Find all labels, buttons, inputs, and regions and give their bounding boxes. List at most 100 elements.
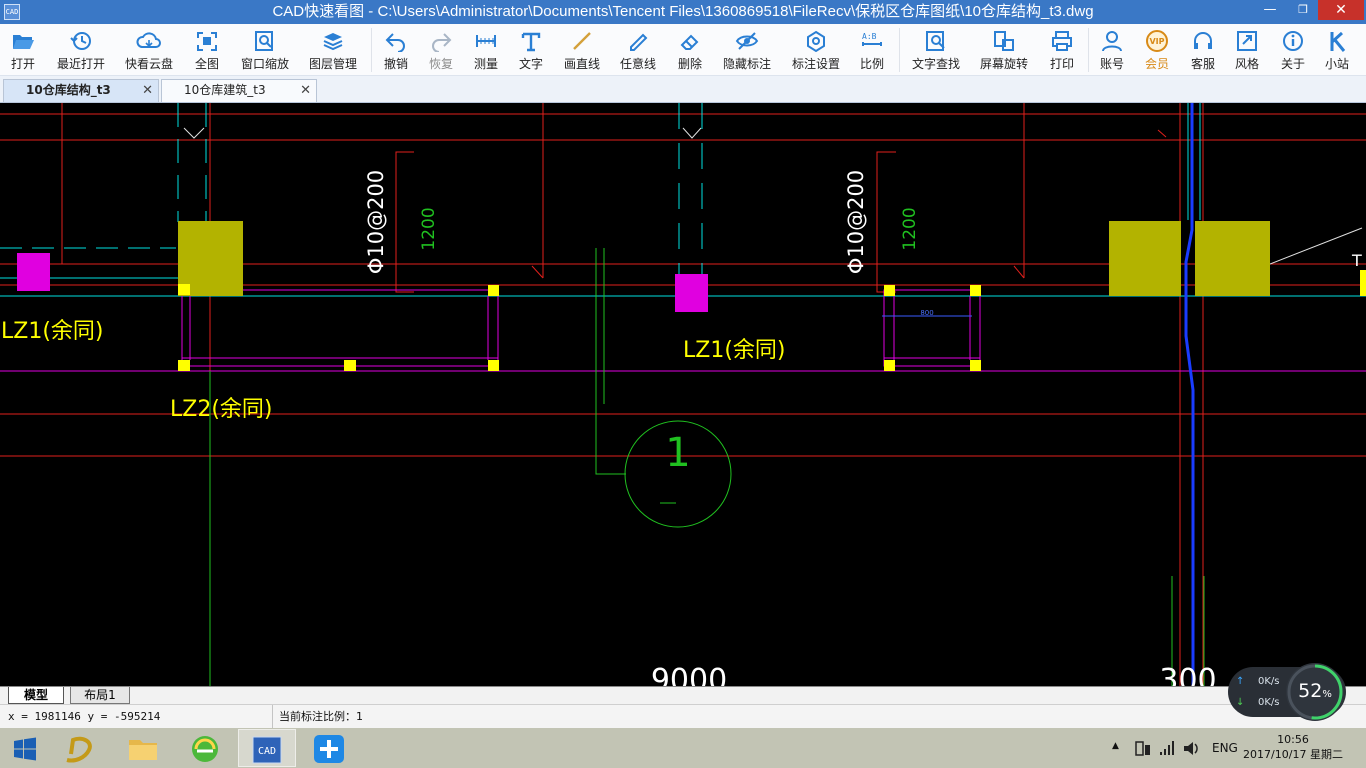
about-button[interactable]: 关于 [1274, 24, 1312, 76]
draw-line-label: 画直线 [563, 57, 600, 71]
text-search-label: 文字查找 [911, 57, 960, 71]
dim-1200-text: 1200 [419, 207, 439, 250]
column-block [1109, 221, 1181, 296]
text-t-icon [521, 32, 541, 52]
cad-app-icon: CAD [252, 736, 282, 764]
zoom-window-icon [255, 31, 273, 51]
leader-line [1269, 227, 1363, 265]
ratio-label: 比例 [859, 57, 884, 71]
vip-button[interactable]: VIP 会员 [1138, 24, 1176, 76]
ruler-icon [476, 35, 496, 47]
erase-button[interactable]: 删除 [670, 24, 710, 76]
clock-history-icon [70, 32, 91, 50]
windows-logo-icon [14, 737, 36, 761]
axis-number: 1 [665, 430, 690, 476]
tab-layout1[interactable]: 布局1 [70, 687, 130, 704]
clock-date: 2017/10/17 星期二 [1243, 748, 1343, 761]
tab-architecture[interactable]: 10仓库建筑_t3 ✕ [161, 79, 317, 102]
undo-button[interactable]: 撤销 [376, 24, 416, 76]
fit-view-button[interactable]: 全图 [186, 24, 228, 76]
arrow-tick [1013, 265, 1025, 279]
text-button[interactable]: 文字 [511, 24, 551, 76]
layers-button[interactable]: 图层管理 [302, 24, 364, 76]
tray-expand-icon[interactable]: ▲ [1112, 741, 1119, 768]
account-button[interactable]: 账号 [1094, 24, 1130, 76]
draw-line-button[interactable]: 画直线 [558, 24, 606, 76]
svg-text:VIP: VIP [1149, 37, 1164, 46]
taskbar-app-d[interactable] [50, 729, 108, 767]
close-window-button[interactable]: ✕ [1318, 0, 1364, 20]
undo-icon [385, 33, 405, 52]
ratio-button[interactable]: A:B 比例 [852, 24, 892, 76]
info-icon [1283, 31, 1303, 51]
tab-structure[interactable]: 10仓库结构_t3 ✕ [3, 79, 159, 102]
axis-tick-mark [682, 127, 702, 139]
arrow-tick [531, 265, 544, 279]
text-search-icon [926, 31, 945, 51]
minimize-button[interactable]: — [1256, 0, 1284, 20]
tie-beam [883, 289, 981, 367]
mark-settings-button[interactable]: 标注设置 [786, 24, 846, 76]
start-button[interactable] [0, 729, 50, 767]
tie-beam [181, 289, 499, 367]
window-zoom-label: 窗口缩放 [240, 57, 289, 71]
usb-device-icon[interactable] [1134, 739, 1152, 768]
download-speed-row: ↓ 0K/s [1236, 697, 1280, 708]
drawing-canvas[interactable]: 800 Φ10@200 Φ10@200 1200 1200 LZ1(余同) LZ… [0, 103, 1366, 686]
user-icon [1102, 31, 1122, 52]
taskbar-browser[interactable] [176, 729, 234, 767]
upload-arrow-icon: ↑ [1236, 676, 1245, 687]
browser-icon [192, 736, 218, 762]
recent-button[interactable]: 最近打开 [50, 24, 112, 76]
k-site-icon [1330, 31, 1346, 52]
cloud-button[interactable]: 快看云盘 [118, 24, 180, 76]
tab-model[interactable]: 模型 [8, 687, 64, 704]
open-button[interactable]: 打开 [2, 24, 44, 76]
tab-close-icon[interactable]: ✕ [142, 80, 153, 101]
site-label: 小站 [1324, 57, 1349, 71]
annotation-scale-text: 当前标注比例：1 [279, 710, 363, 723]
download-speed: 0K/s [1258, 697, 1280, 708]
input-language[interactable]: ENG [1212, 741, 1238, 768]
tab-architecture-label: 10仓库建筑_t3 [184, 83, 266, 97]
signal-icon[interactable] [1158, 739, 1176, 768]
column-node [970, 360, 981, 371]
volume-icon[interactable] [1182, 739, 1200, 768]
text-label: 文字 [518, 57, 543, 71]
memory-gauge[interactable]: 52% [1286, 663, 1344, 721]
print-button[interactable]: 打印 [1042, 24, 1082, 76]
taskbar-file-explorer[interactable] [114, 729, 172, 767]
restore-button[interactable]: ❐ [1289, 0, 1317, 20]
window-zoom-button[interactable]: 窗口缩放 [234, 24, 296, 76]
account-label: 账号 [1099, 57, 1124, 71]
system-clock[interactable]: 10:56 2017/10/17 星期二 [1238, 732, 1348, 762]
arrow-tick [1157, 129, 1167, 138]
tab-close-icon[interactable]: ✕ [300, 80, 311, 101]
fit-label: 全图 [194, 57, 219, 71]
measure-button[interactable]: 测量 [466, 24, 506, 76]
line-icon [573, 32, 591, 50]
column-node [178, 284, 190, 295]
taskbar-app-blue[interactable] [300, 729, 358, 767]
fit-screen-icon [197, 32, 217, 51]
recent-label: 最近打开 [56, 57, 105, 71]
column-node [488, 285, 499, 296]
site-button[interactable]: 小站 [1318, 24, 1356, 76]
text-search-button[interactable]: 文字查找 [906, 24, 966, 76]
upload-speed: 0K/s [1258, 676, 1280, 687]
main-toolbar: 打开 最近打开 快看云盘 全图 窗口缩放 图层管理 撤销 恢复 测量 文字 画直… [0, 24, 1366, 76]
taskbar-cad[interactable]: CAD [238, 729, 296, 767]
pipe-line [1184, 103, 1195, 686]
service-button[interactable]: 客服 [1184, 24, 1222, 76]
screen-rotate-label: 屏幕旋转 [979, 57, 1028, 71]
redo-button[interactable]: 恢复 [421, 24, 461, 76]
style-button[interactable]: 风格 [1228, 24, 1266, 76]
column-node [344, 360, 356, 371]
cad-drawing[interactable]: 800 Φ10@200 Φ10@200 1200 1200 LZ1(余同) LZ… [0, 103, 1366, 686]
hide-marks-button[interactable]: 隐藏标注 [718, 24, 776, 76]
screen-rotate-button[interactable]: 屏幕旋转 [974, 24, 1034, 76]
redo-icon [432, 33, 452, 52]
erase-label: 删除 [677, 57, 702, 71]
freehand-button[interactable]: 任意线 [614, 24, 662, 76]
app-window: CAD CAD快速看图 - C:\Users\Administrator\Doc… [0, 0, 1366, 768]
